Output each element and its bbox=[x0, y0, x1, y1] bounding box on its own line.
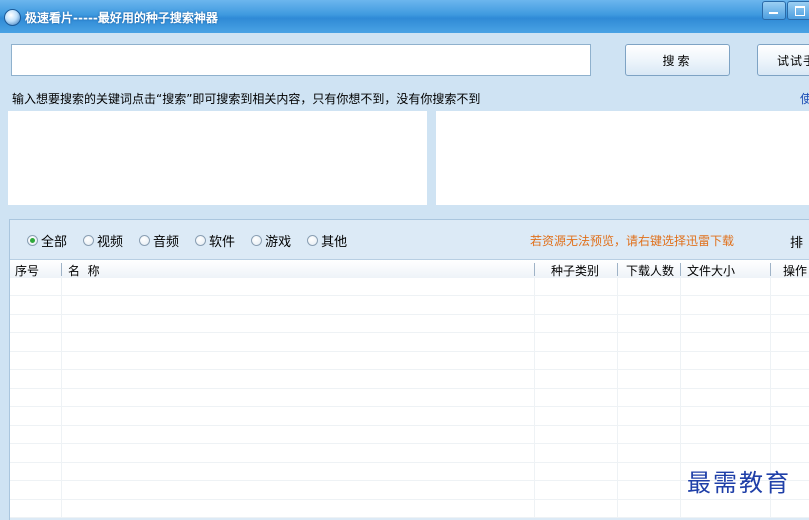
search-hint: 输入想要搜索的关键词点击“搜索”即可搜索到相关内容，只有你想不到，没有你搜索不到 bbox=[12, 92, 481, 106]
column-header-size[interactable]: 文件大小 bbox=[687, 262, 735, 279]
radio-icon bbox=[195, 235, 207, 246]
table-row-divider bbox=[10, 314, 809, 315]
preview-panel-left bbox=[8, 111, 427, 205]
table-row-divider bbox=[10, 499, 809, 500]
results-table-header: 序号 名 称 种子类别 下载人数 文件大小 操作 bbox=[10, 259, 809, 279]
sort-control[interactable]: 排 bbox=[790, 232, 803, 251]
preview-panel-right bbox=[436, 111, 809, 205]
table-column-divider bbox=[617, 278, 618, 518]
table-column-divider bbox=[61, 278, 62, 518]
filter-label: 视频 bbox=[97, 235, 124, 250]
column-separator[interactable] bbox=[61, 263, 62, 276]
column-separator[interactable] bbox=[534, 263, 535, 276]
filter-other-radio[interactable]: 其他 bbox=[307, 231, 347, 250]
column-separator[interactable] bbox=[680, 263, 681, 276]
radio-icon bbox=[251, 235, 263, 246]
filter-audio-radio[interactable]: 音频 bbox=[139, 231, 179, 250]
radio-icon bbox=[83, 235, 95, 246]
filter-all-radio[interactable]: 全部 bbox=[27, 231, 67, 250]
table-row-divider bbox=[10, 351, 809, 352]
minimize-icon bbox=[769, 12, 778, 14]
filter-game-radio[interactable]: 游戏 bbox=[251, 231, 291, 250]
table-row-divider bbox=[10, 332, 809, 333]
column-header-category[interactable]: 种子类别 bbox=[551, 262, 599, 279]
watermark-text: 最需教育 bbox=[687, 469, 791, 497]
filter-video-radio[interactable]: 视频 bbox=[83, 231, 123, 250]
table-row-divider bbox=[10, 388, 809, 389]
title-bar[interactable]: 极速看片-----最好用的种子搜索神器 bbox=[0, 0, 809, 33]
filter-label: 音频 bbox=[153, 235, 180, 250]
table-row-divider bbox=[10, 425, 809, 426]
table-row-divider bbox=[10, 517, 809, 518]
table-row-divider bbox=[10, 443, 809, 444]
radio-icon bbox=[307, 235, 319, 246]
column-separator[interactable] bbox=[617, 263, 618, 276]
download-notice: 若资源无法预览，请右键选择迅雷下载 bbox=[530, 234, 735, 248]
column-separator[interactable] bbox=[770, 263, 771, 276]
table-column-divider bbox=[680, 278, 681, 518]
maximize-icon bbox=[795, 6, 805, 16]
window-title: 极速看片-----最好用的种子搜索神器 bbox=[25, 11, 218, 25]
filter-label: 游戏 bbox=[265, 235, 292, 250]
app-logo-icon bbox=[4, 9, 21, 26]
table-row-divider bbox=[10, 369, 809, 370]
search-input[interactable] bbox=[11, 44, 591, 76]
column-header-downloads[interactable]: 下载人数 bbox=[626, 262, 674, 279]
radio-icon bbox=[139, 235, 151, 246]
help-link[interactable]: 使 bbox=[800, 90, 809, 107]
table-column-divider bbox=[534, 278, 535, 518]
column-header-name[interactable]: 名 称 bbox=[68, 262, 100, 279]
column-header-index[interactable]: 序号 bbox=[15, 262, 39, 279]
radio-checked-icon bbox=[27, 235, 38, 246]
maximize-button[interactable] bbox=[787, 1, 809, 20]
search-button[interactable]: 搜索 bbox=[625, 44, 730, 76]
divider-band bbox=[0, 206, 809, 219]
table-row-divider bbox=[10, 406, 809, 407]
try-luck-button[interactable]: 试试手 bbox=[757, 44, 809, 76]
filter-label: 其他 bbox=[321, 235, 348, 250]
column-header-actions[interactable]: 操作 bbox=[783, 262, 807, 279]
filter-label: 全部 bbox=[41, 235, 68, 250]
table-row-divider bbox=[10, 295, 809, 296]
minimize-button[interactable] bbox=[762, 1, 786, 20]
filter-label: 软件 bbox=[209, 235, 236, 250]
filter-software-radio[interactable]: 软件 bbox=[195, 231, 235, 250]
category-filter: 全部 视频 音频 软件 游戏 其他 bbox=[27, 231, 363, 250]
